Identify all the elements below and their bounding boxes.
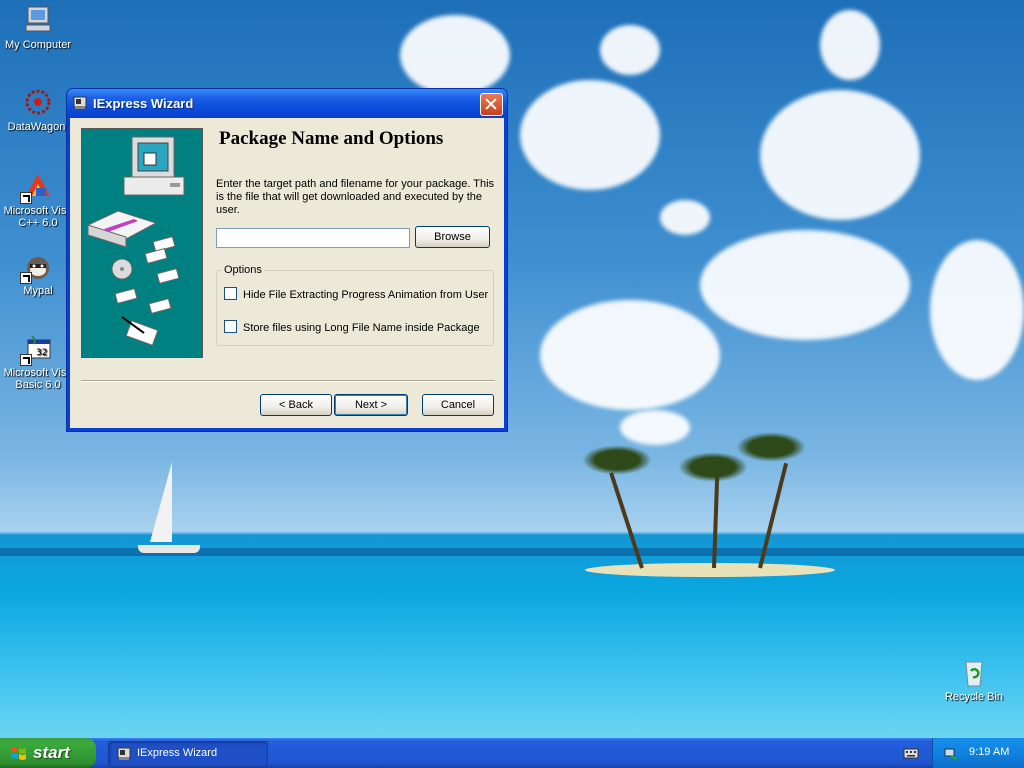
iexpress-app-icon <box>73 96 87 109</box>
button-separator <box>81 380 495 382</box>
keyboard-icon[interactable] <box>903 746 919 760</box>
iexpress-app-icon <box>117 747 131 760</box>
system-tray: 9:19 AM <box>932 738 1024 768</box>
window-title: IExpress Wizard <box>93 96 194 111</box>
desktop-icon-my-computer[interactable]: My Computer <box>0 4 76 51</box>
cloud <box>660 200 710 235</box>
options-group-label: Options <box>222 264 264 276</box>
clock[interactable]: 9:19 AM <box>969 746 1009 758</box>
palm-leaves <box>736 432 806 462</box>
desktop-icon-label: Mypal <box>23 285 53 297</box>
page-description: Enter the target path and filename for y… <box>216 178 495 216</box>
cloud <box>820 10 880 80</box>
cloud <box>700 230 910 340</box>
next-button[interactable]: Next > <box>334 394 408 416</box>
wizard-client-area: Package Name and Options Enter the targe… <box>70 118 504 428</box>
desktop-icon-datawagon[interactable]: DataWagon. <box>0 86 76 133</box>
hide-animation-checkbox[interactable] <box>224 287 237 300</box>
option-long-filenames[interactable]: Store files using Long File Name inside … <box>224 320 480 334</box>
datawagon-icon <box>22 86 54 118</box>
close-button[interactable] <box>480 93 503 116</box>
page-heading: Package Name and Options <box>219 128 444 149</box>
network-icon[interactable] <box>943 745 959 761</box>
option-hide-animation[interactable]: Hide File Extracting Progress Animation … <box>224 287 488 301</box>
windows-flag-icon <box>11 747 26 760</box>
palm-leaves <box>582 445 652 475</box>
browse-button[interactable]: Browse <box>415 226 490 248</box>
sailboat-hull <box>138 545 200 553</box>
taskbar-item-iexpress[interactable]: IExpress Wizard <box>108 741 268 767</box>
package-path-input[interactable] <box>216 228 410 248</box>
desktop-icon-visual-basic[interactable]: 32 Microsoft Visu Basic 6.0 <box>0 332 76 391</box>
island <box>585 563 835 577</box>
computer-icon <box>22 4 54 36</box>
cloud <box>540 300 720 410</box>
sailboat-sail <box>150 462 172 542</box>
desktop-icon-label: Microsoft Visu C++ 6.0 <box>3 205 73 229</box>
cancel-button[interactable]: Cancel <box>422 394 494 416</box>
cloud <box>930 240 1024 380</box>
desktop-icon-label: Microsoft Visu Basic 6.0 <box>3 367 73 391</box>
iexpress-wizard-window: IExpress Wizard Package Name and Options… <box>66 88 508 432</box>
title-bar[interactable]: IExpress Wizard <box>67 89 507 118</box>
desktop-icon-label: Recycle Bin <box>944 691 1004 703</box>
cloud <box>520 80 660 190</box>
desktop-icon-mypal[interactable]: Mypal <box>0 250 76 297</box>
cloud <box>620 410 690 445</box>
wizard-illustration <box>81 128 203 358</box>
raccoon-icon <box>20 250 54 284</box>
cloud <box>600 25 660 75</box>
cloud <box>760 90 920 220</box>
options-groupbox <box>216 270 494 346</box>
taskbar-item-label: IExpress Wizard <box>137 747 218 759</box>
desktop-icon-label: My Computer <box>4 39 72 51</box>
long-filenames-label: Store files using Long File Name inside … <box>243 322 480 334</box>
visual-cpp-icon <box>20 170 54 204</box>
start-label: start <box>33 743 70 762</box>
desktop-icon-label: DataWagon. <box>7 121 69 133</box>
desktop-icon-visual-cpp[interactable]: Microsoft Visu C++ 6.0 <box>0 170 76 229</box>
long-filenames-checkbox[interactable] <box>224 320 237 333</box>
hide-animation-label: Hide File Extracting Progress Animation … <box>243 289 489 301</box>
shortcut-arrow-icon <box>20 272 32 284</box>
recycle-bin-icon <box>958 656 990 688</box>
taskbar: start IExpress Wizard 9:19 AM <box>0 738 1024 768</box>
shortcut-arrow-icon <box>20 354 32 366</box>
palm-leaves <box>678 452 748 482</box>
shortcut-arrow-icon <box>20 192 32 204</box>
visual-basic-icon: 32 <box>20 332 54 366</box>
svg-text:32: 32 <box>36 348 47 358</box>
start-button[interactable]: start <box>0 738 96 768</box>
back-button[interactable]: < Back <box>260 394 332 416</box>
cloud <box>400 15 510 95</box>
desktop-icon-recycle-bin[interactable]: Recycle Bin <box>936 656 1012 703</box>
